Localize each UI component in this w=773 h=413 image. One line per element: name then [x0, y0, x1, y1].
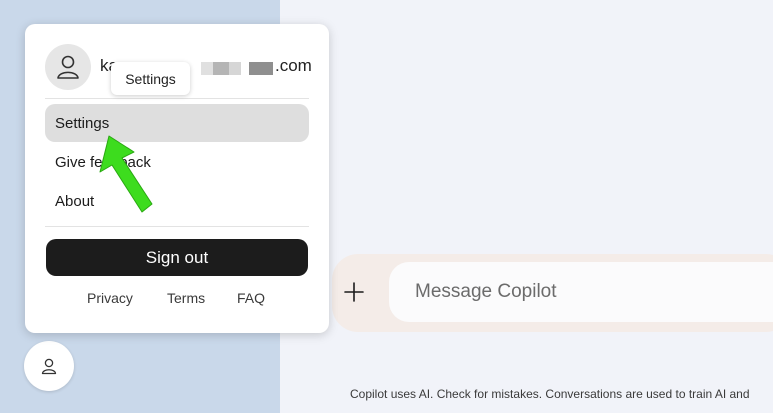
user-icon — [57, 55, 79, 79]
faq-link[interactable]: FAQ — [237, 290, 265, 306]
email-suffix: .com — [275, 56, 312, 75]
menu-item-settings[interactable]: Settings — [45, 104, 309, 142]
sign-out-button[interactable]: Sign out — [46, 239, 308, 276]
plus-icon — [344, 282, 364, 302]
user-icon — [41, 358, 57, 375]
account-button[interactable] — [24, 341, 74, 391]
settings-tooltip: Settings — [111, 62, 190, 95]
message-input[interactable] — [389, 262, 773, 322]
divider — [45, 226, 309, 227]
add-button[interactable] — [338, 272, 370, 312]
annotation-arrow-icon — [99, 135, 153, 213]
app-window: Copilot uses AI. Check for mistakes. Con… — [0, 0, 773, 413]
divider — [45, 98, 309, 99]
terms-link[interactable]: Terms — [167, 290, 205, 306]
disclaimer-text: Copilot uses AI. Check for mistakes. Con… — [350, 387, 750, 401]
avatar — [45, 44, 91, 90]
privacy-link[interactable]: Privacy — [87, 290, 133, 306]
menu-item-give-feedback[interactable]: Give feedback — [45, 143, 309, 181]
redacted-email — [201, 62, 273, 75]
menu-item-about[interactable]: About — [45, 182, 309, 220]
chat-area — [280, 0, 773, 413]
